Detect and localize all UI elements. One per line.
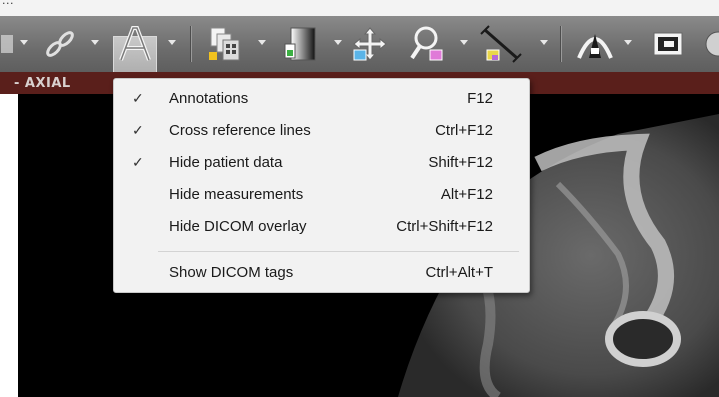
pan-button[interactable] bbox=[348, 22, 392, 66]
left-margin bbox=[0, 94, 18, 397]
measure-button[interactable] bbox=[476, 22, 526, 66]
annotation-text-icon bbox=[119, 26, 151, 61]
viewport-label-text: AXIAL bbox=[24, 76, 71, 91]
zoom-dropdown-arrow[interactable] bbox=[460, 40, 468, 45]
window-level-icon bbox=[284, 27, 316, 61]
link-button[interactable] bbox=[34, 22, 86, 66]
measure-dropdown-arrow[interactable] bbox=[540, 40, 548, 45]
tool-icon-right bbox=[705, 31, 719, 57]
menu-item-label: Show DICOM tags bbox=[169, 264, 294, 281]
menu-item-label: Annotations bbox=[169, 90, 249, 107]
layout-icon bbox=[209, 27, 240, 61]
menu-separator bbox=[158, 251, 519, 252]
link-dropdown-arrow[interactable] bbox=[91, 40, 99, 45]
movie-button[interactable] bbox=[645, 22, 691, 66]
truncated-right-button[interactable] bbox=[700, 22, 719, 66]
menu-item-shortcut: F12 bbox=[467, 90, 493, 107]
annotation-button[interactable] bbox=[113, 22, 157, 66]
zoom-icon bbox=[410, 26, 443, 61]
menu-item-label: Hide DICOM overlay bbox=[169, 218, 307, 235]
link-icon bbox=[46, 31, 74, 57]
menu-item-hide-measurements[interactable]: Hide measurements Alt+F12 bbox=[114, 181, 529, 211]
zoom-button[interactable] bbox=[402, 22, 450, 66]
toolbar-separator bbox=[190, 26, 191, 62]
annotations-dropdown-menu: ✓ Annotations F12 ✓ Cross reference line… bbox=[113, 78, 530, 293]
window-level-dropdown-arrow[interactable] bbox=[334, 40, 342, 45]
truncated-tool-button[interactable] bbox=[0, 22, 20, 66]
menu-item-shortcut: Ctrl+F12 bbox=[435, 122, 493, 139]
menu-item-shortcut: Shift+F12 bbox=[428, 154, 493, 171]
menu-item-shortcut: Ctrl+Alt+T bbox=[425, 264, 493, 281]
check-icon: ✓ bbox=[132, 122, 144, 138]
menu-item-hide-dicom-overlay[interactable]: Hide DICOM overlay Ctrl+Shift+F12 bbox=[114, 213, 529, 243]
tool-dropdown-arrow[interactable] bbox=[20, 40, 28, 45]
annotation-dropdown-arrow[interactable] bbox=[168, 40, 176, 45]
volume-render-icon bbox=[577, 34, 613, 59]
pan-icon bbox=[353, 27, 387, 61]
check-icon: ✓ bbox=[132, 154, 144, 170]
menu-item-hide-patient-data[interactable]: ✓ Hide patient data Shift+F12 bbox=[114, 149, 529, 179]
menu-item-shortcut: Alt+F12 bbox=[440, 186, 493, 203]
menu-item-annotations[interactable]: ✓ Annotations F12 bbox=[114, 85, 529, 115]
tool-icon bbox=[1, 35, 13, 53]
main-toolbar bbox=[0, 16, 719, 84]
menu-item-label: Cross reference lines bbox=[169, 122, 311, 139]
menu-item-label: Hide patient data bbox=[169, 154, 283, 171]
menu-item-shortcut: Ctrl+Shift+F12 bbox=[396, 218, 493, 235]
viewport-label: - AXIAL bbox=[14, 76, 71, 91]
viewport-label-dash: - bbox=[14, 76, 25, 91]
volume-render-button[interactable] bbox=[570, 22, 620, 66]
window-title: ... bbox=[2, 0, 14, 7]
volume-render-dropdown-arrow[interactable] bbox=[624, 40, 632, 45]
layout-button[interactable] bbox=[198, 22, 252, 66]
menu-item-cross-reference-lines[interactable]: ✓ Cross reference lines Ctrl+F12 bbox=[114, 117, 529, 147]
check-icon: ✓ bbox=[132, 90, 144, 106]
window-title-bar: ... bbox=[0, 0, 719, 16]
menu-item-label: Hide measurements bbox=[169, 186, 304, 203]
layout-dropdown-arrow[interactable] bbox=[258, 40, 266, 45]
toolbar-separator-2 bbox=[560, 26, 561, 62]
window-level-button[interactable] bbox=[276, 22, 326, 66]
menu-item-show-dicom-tags[interactable]: Show DICOM tags Ctrl+Alt+T bbox=[114, 259, 529, 289]
movie-icon bbox=[653, 32, 683, 56]
measure-ruler-icon bbox=[480, 25, 522, 63]
